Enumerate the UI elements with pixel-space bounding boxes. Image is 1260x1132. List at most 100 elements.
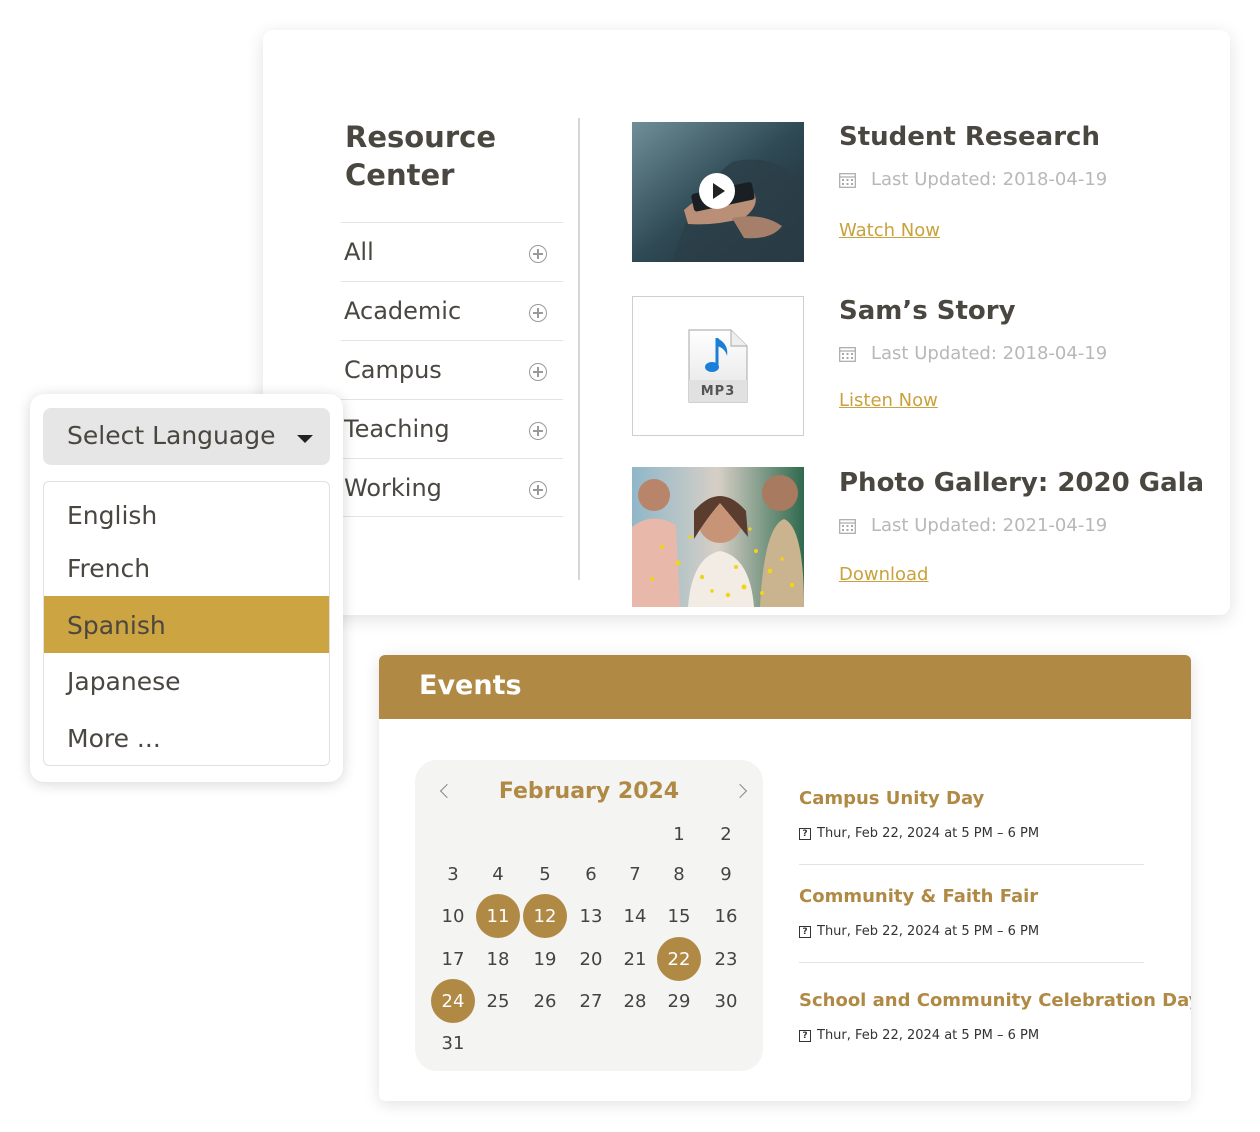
language-select[interactable]: Select Language [43,408,330,465]
calendar-day-28[interactable]: 28 [613,979,657,1023]
resource-title[interactable]: Sam’s Story [839,296,1016,326]
event-divider [799,864,1144,865]
event-time: ? Thur, Feb 22, 2024 at 5 PM – 6 PM [799,924,1143,939]
calendar-day-6[interactable]: 6 [569,852,613,896]
caret-down-icon [297,435,313,443]
resource-center-card: Resource Center All Academic Campus Teac… [263,30,1230,615]
category-label: All [344,238,374,266]
calendar-day-13[interactable]: 13 [569,894,613,938]
listen-now-link[interactable]: Listen Now [839,390,938,411]
calendar-day-31[interactable]: 31 [431,1021,475,1065]
video-thumbnail[interactable] [632,122,804,262]
calendar-day-3[interactable]: 3 [431,852,475,896]
plus-circle-icon[interactable] [529,481,547,499]
calendar-day-12[interactable]: 12 [523,894,567,938]
event-time: ? Thur, Feb 22, 2024 at 5 PM – 6 PM [799,826,1143,841]
calendar-day-7[interactable]: 7 [613,852,657,896]
calendar-day-11[interactable]: 11 [476,894,520,938]
calendar-day-20[interactable]: 20 [569,937,613,981]
language-select-label: Select Language [67,421,276,450]
language-option-label: More ... [67,724,161,753]
audio-thumbnail[interactable]: MP3 [632,296,804,436]
watch-now-link[interactable]: Watch Now [839,220,940,241]
category-item-academic[interactable]: Academic [341,281,563,340]
resource-updated: Last Updated: 2018-04-19 [839,169,1107,190]
calendar-day-15[interactable]: 15 [657,894,701,938]
calendar-icon [839,518,856,534]
calendar-icon [839,172,856,188]
event-name[interactable]: Campus Unity Day [799,788,1143,809]
calendar-day-9[interactable]: 9 [704,852,748,896]
vertical-divider [578,118,580,580]
resource-updated: Last Updated: 2018-04-19 [839,343,1107,364]
language-option-english[interactable]: English [44,486,329,543]
resource-center-title: Resource Center [345,120,496,192]
calendar-day-17[interactable]: 17 [431,937,475,981]
language-option-japanese[interactable]: Japanese [44,652,329,709]
event-divider [799,962,1144,963]
calendar-day-30[interactable]: 30 [704,979,748,1023]
calendar-day-18[interactable]: 18 [476,937,520,981]
calendar-day-5[interactable]: 5 [523,852,567,896]
plus-circle-icon[interactable] [529,245,547,263]
calendar-day-26[interactable]: 26 [523,979,567,1023]
calendar-day-16[interactable]: 16 [704,894,748,938]
event-item[interactable]: Campus Unity Day ? Thur, Feb 22, 2024 at… [799,788,1143,841]
category-label: Working [344,473,442,502]
event-name[interactable]: School and Community Celebration Day [799,990,1191,1011]
calendar-icon [839,346,856,362]
event-name[interactable]: Community & Faith Fair [799,886,1143,907]
gala-photo-thumbnail[interactable] [632,467,804,607]
plus-circle-icon[interactable] [529,363,547,381]
events-title: Events [419,670,522,701]
calendar-day-4[interactable]: 4 [476,852,520,896]
plus-circle-icon[interactable] [529,304,547,322]
category-item-all[interactable]: All [341,222,563,281]
language-option-french[interactable]: French [44,539,329,596]
events-header: Events [379,655,1191,719]
updated-text: Last Updated: 2018-04-19 [871,169,1108,190]
calendar-day-19[interactable]: 19 [523,937,567,981]
calendar-month-label: February 2024 [498,779,680,804]
calendar-day-27[interactable]: 27 [569,979,613,1023]
question-box-icon: ? [799,1029,811,1042]
updated-text: Last Updated: 2021-04-19 [871,515,1108,536]
resource-title[interactable]: Photo Gallery: 2020 Gala [839,468,1204,498]
calendar-day-24[interactable]: 24 [431,979,475,1023]
calendar-day-22[interactable]: 22 [657,937,701,981]
category-item-working[interactable]: Working [341,458,563,517]
play-icon[interactable] [699,173,735,209]
language-option-label: Japanese [67,667,181,696]
language-option-label: English [67,501,158,530]
category-label: Teaching [344,415,450,443]
plus-circle-icon[interactable] [529,422,547,440]
category-item-campus[interactable]: Campus [341,340,563,399]
event-time-text: Thur, Feb 22, 2024 at 5 PM – 6 PM [817,924,1040,939]
calendar-day-25[interactable]: 25 [476,979,520,1023]
event-item[interactable]: Community & Faith Fair ? Thur, Feb 22, 2… [799,886,1143,939]
calendar: February 2024 1 2 3 4 5 6 7 8 9 10 11 12 13 14 15 16 17 1… [415,760,763,1071]
resource-title[interactable]: Student Research [839,122,1100,152]
calendar-day-2[interactable]: 2 [704,812,748,856]
calendar-day-1[interactable]: 1 [657,812,701,856]
language-option-spanish[interactable]: Spanish [44,596,329,653]
calendar-day-10[interactable]: 10 [431,894,475,938]
calendar-day-14[interactable]: 14 [613,894,657,938]
language-option-more[interactable]: More ... [44,709,329,765]
language-picker: Select Language English French Spanish J… [30,394,343,782]
calendar-day-23[interactable]: 23 [704,937,748,981]
calendar-day-8[interactable]: 8 [657,852,701,896]
category-menu: All Academic Campus Teaching Working [341,222,563,517]
resource-updated: Last Updated: 2021-04-19 [839,515,1107,536]
event-item[interactable]: School and Community Celebration Day ? T… [799,990,1191,1043]
language-option-label: Spanish [67,611,166,640]
category-item-teaching[interactable]: Teaching [341,399,563,458]
file-type-label: MP3 [700,384,736,399]
category-label: Campus [344,356,442,384]
event-time-text: Thur, Feb 22, 2024 at 5 PM – 6 PM [817,826,1040,841]
question-box-icon: ? [799,827,811,840]
calendar-day-21[interactable]: 21 [613,937,657,981]
download-link[interactable]: Download [839,564,928,585]
language-option-label: French [67,554,151,583]
calendar-day-29[interactable]: 29 [657,979,701,1023]
